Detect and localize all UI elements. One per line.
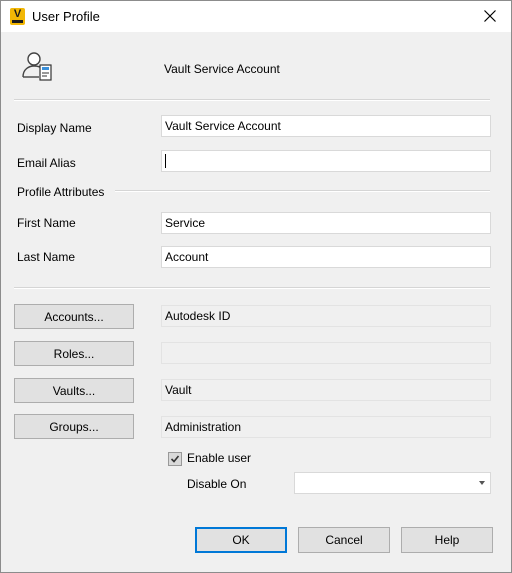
first-name-field[interactable]: Service	[161, 212, 491, 234]
accounts-button[interactable]: Accounts...	[14, 304, 134, 329]
accounts-button-label: Accounts...	[44, 310, 104, 324]
user-profile-icon	[22, 52, 52, 81]
enable-user-label: Enable user	[187, 451, 252, 465]
disable-on-date-picker[interactable]	[294, 472, 491, 494]
first-name-label: First Name	[17, 216, 76, 230]
vaults-value: Vault	[165, 383, 192, 397]
help-button-label: Help	[434, 533, 460, 547]
first-name-value: Service	[165, 216, 206, 230]
vaults-value-field: Vault	[161, 379, 491, 401]
email-alias-label: Email Alias	[17, 156, 76, 170]
last-name-value: Account	[165, 250, 209, 264]
cancel-button-label: Cancel	[325, 533, 363, 547]
disable-on-label: Disable On	[187, 477, 247, 491]
vaults-button-label: Vaults...	[52, 384, 96, 398]
window-title: User Profile	[32, 9, 100, 24]
groups-value-field: Administration	[161, 416, 491, 438]
roles-button-label: Roles...	[53, 347, 95, 361]
display-name-field[interactable]: Vault Service Account	[161, 115, 491, 137]
display-name-value: Vault Service Account	[165, 119, 281, 133]
last-name-field[interactable]: Account	[161, 246, 491, 268]
enable-user-checkbox[interactable]	[168, 452, 182, 466]
profile-attributes-label: Profile Attributes	[17, 185, 105, 199]
roles-button[interactable]: Roles...	[14, 341, 134, 366]
vault-app-icon: V	[10, 8, 25, 25]
vaults-button[interactable]: Vaults...	[14, 378, 134, 403]
groups-button-label: Groups...	[49, 420, 99, 434]
email-alias-field[interactable]	[161, 150, 491, 172]
ok-button[interactable]: OK	[195, 527, 287, 553]
accounts-value-field: Autodesk ID	[161, 305, 491, 327]
roles-value-field	[161, 342, 491, 364]
cancel-button[interactable]: Cancel	[298, 527, 390, 553]
accounts-value: Autodesk ID	[165, 309, 231, 323]
user-profile-dialog: V User Profile Vault Service Account Dis…	[0, 0, 512, 573]
dropdown-arrow-icon[interactable]	[479, 481, 485, 485]
profile-header-name: Vault Service Account	[164, 62, 280, 76]
separator	[14, 99, 490, 101]
separator	[14, 287, 490, 289]
checkmark-icon	[170, 455, 180, 463]
close-button[interactable]	[471, 2, 509, 31]
profile-attributes-separator	[115, 190, 490, 192]
display-name-label: Display Name	[17, 121, 92, 135]
text-cursor	[165, 154, 166, 168]
groups-button[interactable]: Groups...	[14, 414, 134, 439]
close-icon	[484, 10, 496, 22]
groups-value: Administration	[165, 420, 242, 434]
title-bar: V User Profile	[1, 1, 511, 32]
help-button[interactable]: Help	[401, 527, 493, 553]
ok-button-label: OK	[232, 533, 250, 547]
last-name-label: Last Name	[17, 250, 76, 264]
